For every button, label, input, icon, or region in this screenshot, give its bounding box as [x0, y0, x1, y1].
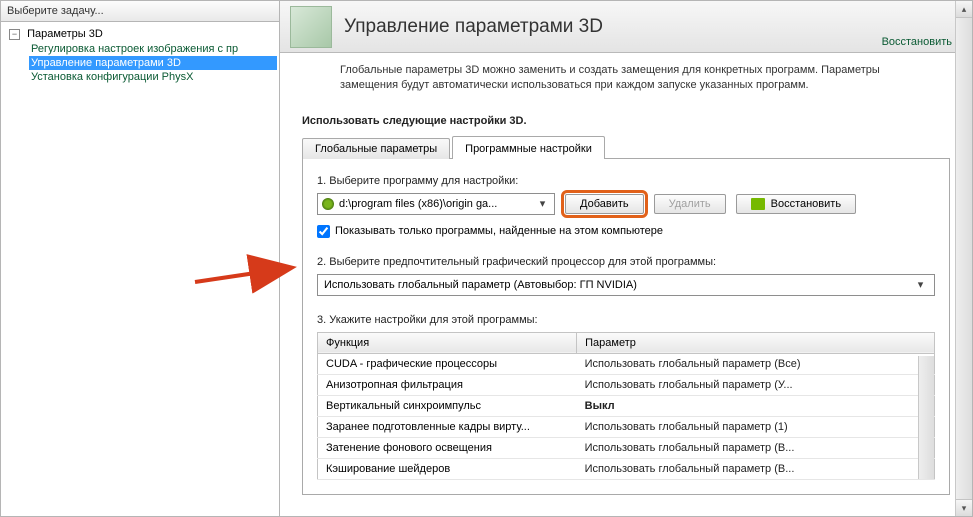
chevron-down-icon: ▾	[913, 278, 928, 291]
table-row[interactable]: Кэширование шейдеровИспользовать глобаль…	[318, 458, 935, 479]
table-row[interactable]: Заранее подготовленные кадры вирту...Исп…	[318, 416, 935, 437]
main-scrollbar[interactable]: ▴ ▾	[955, 1, 972, 516]
step2-label: 2. Выберите предпочтительный графический…	[317, 256, 935, 268]
cell-function: Вертикальный синхроимпульс	[318, 395, 577, 416]
table-row[interactable]: CUDA - графические процессорыИспользоват…	[318, 353, 935, 374]
table-scrollbar[interactable]	[918, 356, 934, 479]
collapse-icon[interactable]: −	[9, 29, 20, 40]
sidebar-header: Выберите задачу...	[1, 1, 279, 22]
step3-label: 3. Укажите настройки для этой программы:	[317, 314, 935, 326]
tree-root[interactable]: − Параметры 3D	[3, 26, 277, 42]
show-only-installed-checkbox[interactable]: Показывать только программы, найденные н…	[317, 225, 935, 238]
tab-bar: Глобальные параметры Программные настрой…	[302, 136, 972, 159]
header-3d-icon	[290, 6, 332, 48]
cell-function: Заранее подготовленные кадры вирту...	[318, 416, 577, 437]
section-title: Использовать следующие настройки 3D.	[280, 101, 972, 135]
cell-parameter[interactable]: Использовать глобальный параметр (У...	[577, 374, 935, 395]
cell-function: Кэширование шейдеров	[318, 458, 577, 479]
table-row[interactable]: Вертикальный синхроимпульсВыкл	[318, 395, 935, 416]
sidebar-item-0[interactable]: Регулировка настроек изображения с пр	[29, 42, 277, 56]
cell-parameter[interactable]: Использовать глобальный параметр (Все)	[577, 353, 935, 374]
main-panel: Управление параметрами 3D Восстановить Г…	[280, 0, 973, 517]
cell-parameter[interactable]: Использовать глобальный параметр (В...	[577, 437, 935, 458]
tab-global[interactable]: Глобальные параметры	[302, 138, 450, 159]
restore-button-label: Восстановить	[771, 198, 841, 210]
nvidia-icon	[751, 198, 765, 210]
settings-table: Функция Параметр CUDA - графические проц…	[317, 332, 935, 480]
tree-root-label: Параметры 3D	[27, 28, 103, 40]
sidebar: Выберите задачу... − Параметры 3D Регули…	[0, 0, 280, 517]
settings-table-wrap: Функция Параметр CUDA - графические проц…	[317, 332, 935, 480]
nav-tree: − Параметры 3D Регулировка настроек изоб…	[1, 22, 279, 88]
cell-function: CUDA - графические процессоры	[318, 353, 577, 374]
step1-label: 1. Выберите программу для настройки:	[317, 175, 935, 187]
cell-parameter[interactable]: Выкл	[577, 395, 935, 416]
program-dropdown-value: d:\program files (x86)\origin ga...	[339, 198, 535, 210]
scroll-up-icon[interactable]: ▴	[956, 1, 972, 18]
page-title: Управление параметрами 3D	[344, 16, 603, 38]
description-text: Глобальные параметры 3D можно заменить и…	[280, 53, 972, 101]
program-icon	[322, 198, 334, 210]
remove-button[interactable]: Удалить	[654, 194, 726, 214]
tab-program[interactable]: Программные настройки	[452, 136, 605, 159]
table-row[interactable]: Анизотропная фильтрацияИспользовать глоб…	[318, 374, 935, 395]
restore-button[interactable]: Восстановить	[736, 194, 856, 214]
cell-parameter[interactable]: Использовать глобальный параметр (1)	[577, 416, 935, 437]
sidebar-item-2[interactable]: Установка конфигурации PhysX	[29, 70, 277, 84]
program-dropdown[interactable]: d:\program files (x86)\origin ga... ▾	[317, 193, 555, 215]
col-parameter[interactable]: Параметр	[577, 332, 935, 353]
settings-panel: 1. Выберите программу для настройки: d:\…	[302, 158, 950, 495]
table-row[interactable]: Затенение фонового освещенияИспользовать…	[318, 437, 935, 458]
checkbox-label: Показывать только программы, найденные н…	[335, 225, 663, 237]
cell-function: Анизотропная фильтрация	[318, 374, 577, 395]
gpu-dropdown-value: Использовать глобальный параметр (Автовы…	[324, 279, 637, 291]
scroll-down-icon[interactable]: ▾	[956, 499, 972, 516]
cell-parameter[interactable]: Использовать глобальный параметр (В...	[577, 458, 935, 479]
add-button[interactable]: Добавить	[565, 194, 644, 214]
page-header: Управление параметрами 3D Восстановить	[280, 1, 972, 53]
sidebar-item-1[interactable]: Управление параметрами 3D	[29, 56, 277, 70]
col-function[interactable]: Функция	[318, 332, 577, 353]
chevron-down-icon: ▾	[535, 197, 550, 210]
gpu-dropdown[interactable]: Использовать глобальный параметр (Автовы…	[317, 274, 935, 296]
checkbox-input[interactable]	[317, 225, 330, 238]
restore-defaults-link[interactable]: Восстановить	[882, 36, 952, 48]
cell-function: Затенение фонового освещения	[318, 437, 577, 458]
